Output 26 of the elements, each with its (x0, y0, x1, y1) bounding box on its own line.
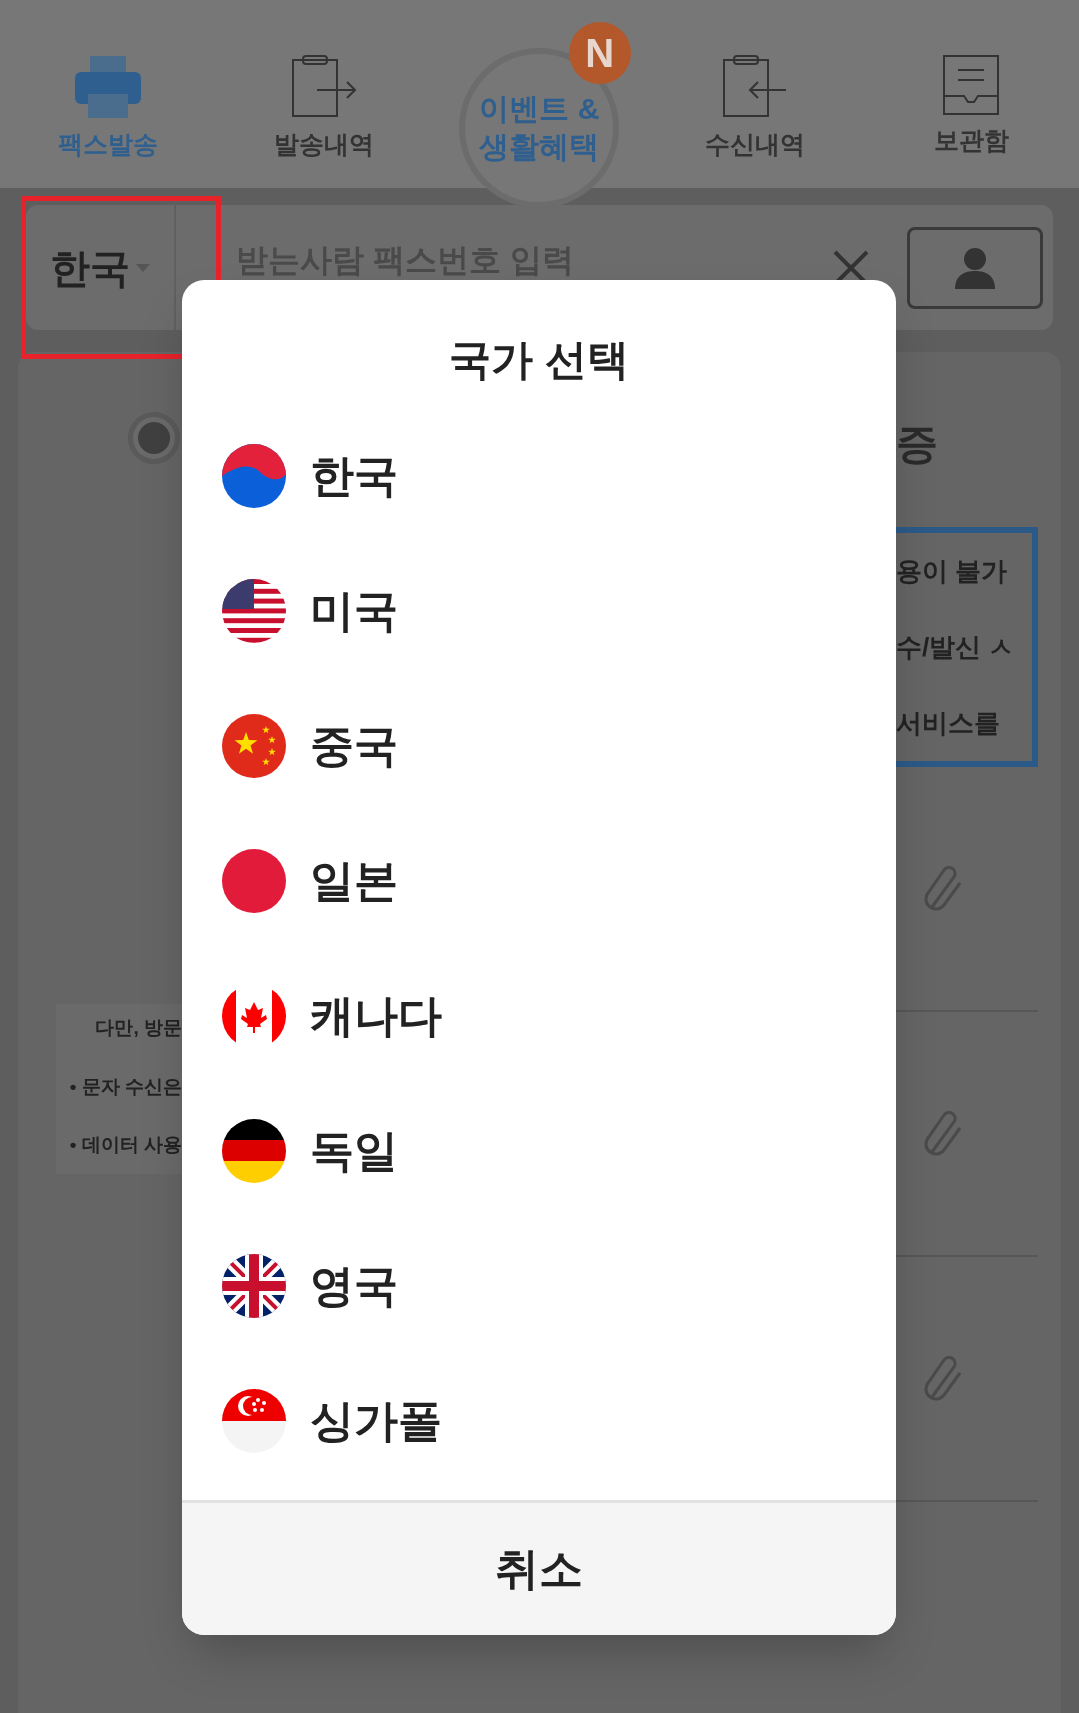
new-badge: N (568, 22, 631, 84)
country-option[interactable]: 미국 (182, 543, 896, 678)
contacts-button[interactable] (907, 226, 1043, 309)
section-heading: 증 (896, 419, 939, 469)
notice-text: • 데이터 사용 (69, 1133, 182, 1157)
notice-text: 서비스를 (896, 706, 1001, 740)
country-option[interactable]: 독일 (182, 1083, 896, 1218)
inbox-tray-icon (942, 54, 1001, 116)
notice-text: 수/발신 ㅅ (896, 630, 1016, 664)
country-option[interactable]: 싱가폴 (182, 1353, 896, 1488)
usa-flag-icon (222, 578, 286, 643)
person-icon (953, 246, 997, 289)
cancel-button[interactable]: 취소 (182, 1500, 896, 1635)
country-option[interactable]: 중국 (182, 678, 896, 813)
notice-text: • 문자 수신은 (69, 1074, 182, 1099)
country-option[interactable]: 일본 (182, 813, 896, 948)
germany-flag-icon (222, 1118, 286, 1183)
dialog-title: 국가 선택 (448, 335, 630, 385)
printer-icon (72, 54, 143, 120)
notice-text: 다만, 방문 (95, 1016, 182, 1040)
country-option[interactable]: 한국 (182, 408, 896, 543)
country-option[interactable]: 캐나다 (182, 948, 896, 1083)
country-option[interactable]: 영국 (182, 1218, 896, 1353)
japan-flag-icon (222, 848, 286, 913)
radio-button[interactable] (128, 412, 180, 464)
notice-text: 용이 불가 (896, 554, 1009, 588)
